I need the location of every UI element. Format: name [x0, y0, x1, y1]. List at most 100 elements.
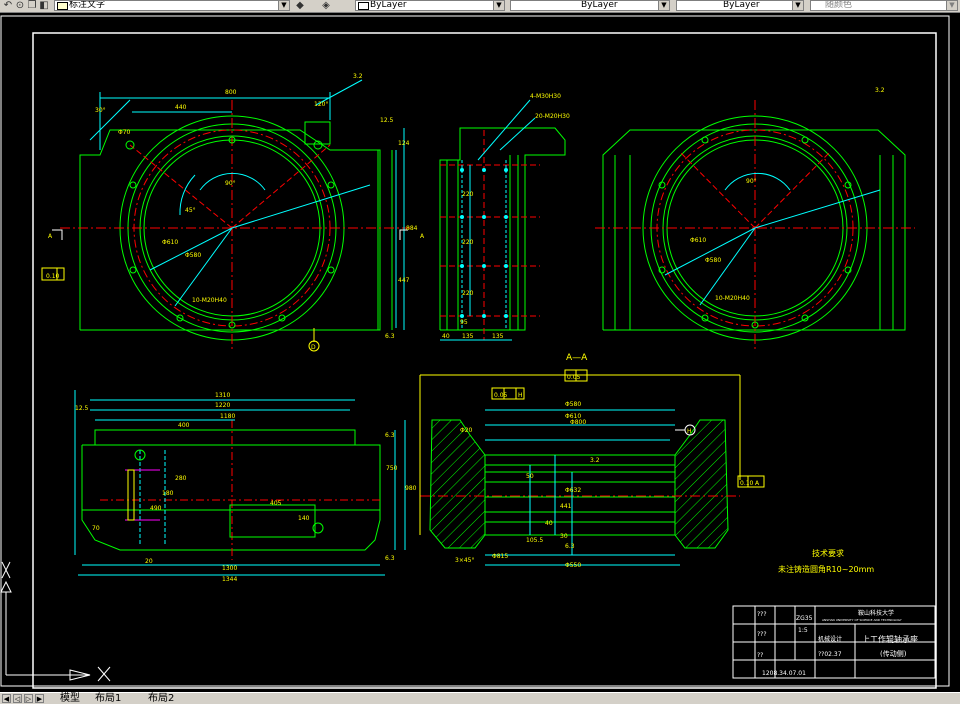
text-style-select[interactable]: 标注文字 ▼ — [54, 0, 290, 11]
dim-chamfer: 3×45° — [455, 557, 474, 564]
datum-ref-h: H — [518, 392, 523, 399]
dim-405: 405 — [270, 500, 282, 507]
prev-tab-icon[interactable]: ◁ — [13, 694, 22, 703]
dim-phi610: Φ610 — [162, 239, 178, 246]
drawing-no: ??02.37 — [818, 651, 842, 658]
linetype-value: ByLayer — [581, 0, 618, 10]
dim-40: 40 — [442, 333, 450, 340]
dim-1310: 1310 — [215, 392, 230, 399]
copy-icon[interactable]: ❐ — [26, 0, 38, 11]
view-front-labels: 800 440 120° 12.5 30° 90° 45° Φ610 Φ580 … — [46, 73, 425, 351]
dim-1220: 1220 — [215, 402, 230, 409]
dim-phi580: Φ580 — [185, 252, 201, 259]
dim-3-2-s: 3.2 — [590, 457, 600, 464]
drawing-canvas[interactable]: 800 440 120° 12.5 30° 90° 45° Φ610 Φ580 … — [0, 12, 960, 692]
dim-280: 280 — [175, 475, 187, 482]
rear-dim-phi610: Φ610 — [690, 237, 706, 244]
view-side — [439, 99, 566, 341]
dim-95: 95 — [460, 319, 468, 326]
lineweight-value: ByLayer — [723, 0, 760, 10]
tab-layout2[interactable]: 布局2 — [148, 693, 174, 704]
dim-50: 50 — [526, 473, 534, 480]
last-tab-icon[interactable]: ▶ — [35, 694, 44, 703]
dim-180: 180 — [162, 490, 174, 497]
dim-1180: 1180 — [220, 413, 235, 420]
ucs-icon — [0, 561, 111, 682]
layer-match-icon[interactable]: ◆ — [294, 0, 306, 11]
dim-140: 140 — [298, 515, 310, 522]
dim-phi20: Φ20 — [460, 427, 473, 434]
paste-icon[interactable]: ◧ — [38, 0, 50, 11]
rear-roughness: 3.2 — [875, 87, 885, 94]
sheet-border — [0, 15, 950, 687]
rear-dim-holes: 10-M20H40 — [715, 295, 750, 302]
dim-20: 20 — [145, 558, 153, 565]
chevron-down-icon[interactable]: ▼ — [278, 1, 289, 10]
dim-phi632: Φ632 — [565, 487, 581, 494]
dim-220-c: 220 — [462, 290, 474, 297]
dim-6-3: 6.3 — [385, 333, 395, 340]
university-name: 鞍山科技大学 — [858, 609, 894, 617]
chevron-down-icon[interactable]: ▼ — [792, 1, 803, 10]
lineweight-select[interactable]: ByLayer ▼ — [676, 0, 804, 11]
tab-layout1[interactable]: 布局1 — [95, 693, 121, 704]
dim-12-5: 12.5 — [380, 117, 394, 124]
color-value: ByLayer — [370, 0, 407, 10]
dim-980: 980 — [405, 485, 417, 492]
dim-6-3-a: 6.3 — [385, 432, 395, 439]
dim-750: 750 — [386, 465, 398, 472]
tol-parallel-2: 0.10 — [740, 480, 754, 487]
rear-dim-90deg: 90° — [746, 178, 757, 185]
undo-icon[interactable]: ↶ — [2, 0, 14, 11]
dim-holes: 10-M20H40 — [192, 297, 227, 304]
university-en: ANSHAN UNIVERSITY OF SCIENCE AND TECHNOL… — [822, 618, 902, 622]
dim-40-s: 40 — [545, 520, 553, 527]
class-value: 机械设计 — [818, 635, 842, 643]
dim-800: 800 — [225, 89, 237, 96]
dim-400: 400 — [178, 422, 190, 429]
tab-model[interactable]: 模型 — [60, 693, 80, 704]
dim-1344: 1344 — [222, 576, 237, 583]
dim-4-m30: 4-M30H30 — [530, 93, 561, 100]
dim-45deg: 45° — [185, 207, 196, 214]
dim-20-m20: 20-M20H30 — [535, 113, 570, 120]
dim-phi815: Φ815 — [492, 553, 508, 560]
rear-dim-phi580: Φ580 — [705, 257, 721, 264]
datum-ref-a: A — [755, 480, 760, 487]
text-style-value: 标注文字 — [69, 0, 106, 10]
tol-parallel-box: 0.05 — [494, 392, 508, 399]
linetype-select[interactable]: ByLayer ▼ — [510, 0, 670, 11]
chevron-down-icon[interactable]: ▼ — [658, 1, 669, 10]
section-mark-left: A — [48, 233, 53, 240]
lock-icon[interactable]: ⊙ — [14, 0, 26, 11]
dim-220-b: 220 — [462, 239, 474, 246]
dim-phi580-s: Φ580 — [565, 401, 581, 408]
dim-30-s: 30 — [560, 533, 568, 540]
material-value: ZG35 — [796, 615, 813, 622]
dim-440: 440 — [175, 104, 187, 111]
datum-h: H — [687, 428, 692, 435]
title-block-text: 鞍山科技大学 ANSHAN UNIVERSITY OF SCIENCE AND … — [757, 609, 918, 677]
dim-884: 884 — [406, 225, 418, 232]
chevron-down-icon[interactable]: ▼ — [946, 1, 957, 10]
layer-previous-icon[interactable]: ◈ — [320, 0, 332, 11]
tol-runout: 0.05 — [567, 374, 581, 381]
check-name: ??? — [757, 631, 767, 638]
dim-phi800: Φ800 — [570, 419, 586, 426]
next-tab-icon[interactable]: ▷ — [24, 694, 33, 703]
date-value: ?? — [757, 652, 763, 659]
color-select[interactable]: ByLayer ▼ — [355, 0, 505, 11]
dim-447: 447 — [398, 277, 410, 284]
dim-441: 441 — [560, 503, 572, 510]
dim-6-3-s: 6.3 — [565, 543, 575, 550]
section-title: A—A — [566, 353, 588, 363]
dim-1300: 1300 — [222, 565, 237, 572]
first-tab-icon[interactable]: ◀ — [2, 694, 11, 703]
sheet-no: 1208.34.07.01 — [762, 670, 806, 677]
dim-6-3-b: 6.3 — [385, 555, 395, 562]
section-mark-right: A — [420, 233, 425, 240]
dim-120deg: 120° — [314, 101, 328, 108]
chevron-down-icon[interactable]: ▼ — [493, 1, 504, 10]
dim-220-a: 220 — [462, 191, 474, 198]
plot-style-select[interactable]: 随颜色 ▼ — [810, 0, 958, 11]
